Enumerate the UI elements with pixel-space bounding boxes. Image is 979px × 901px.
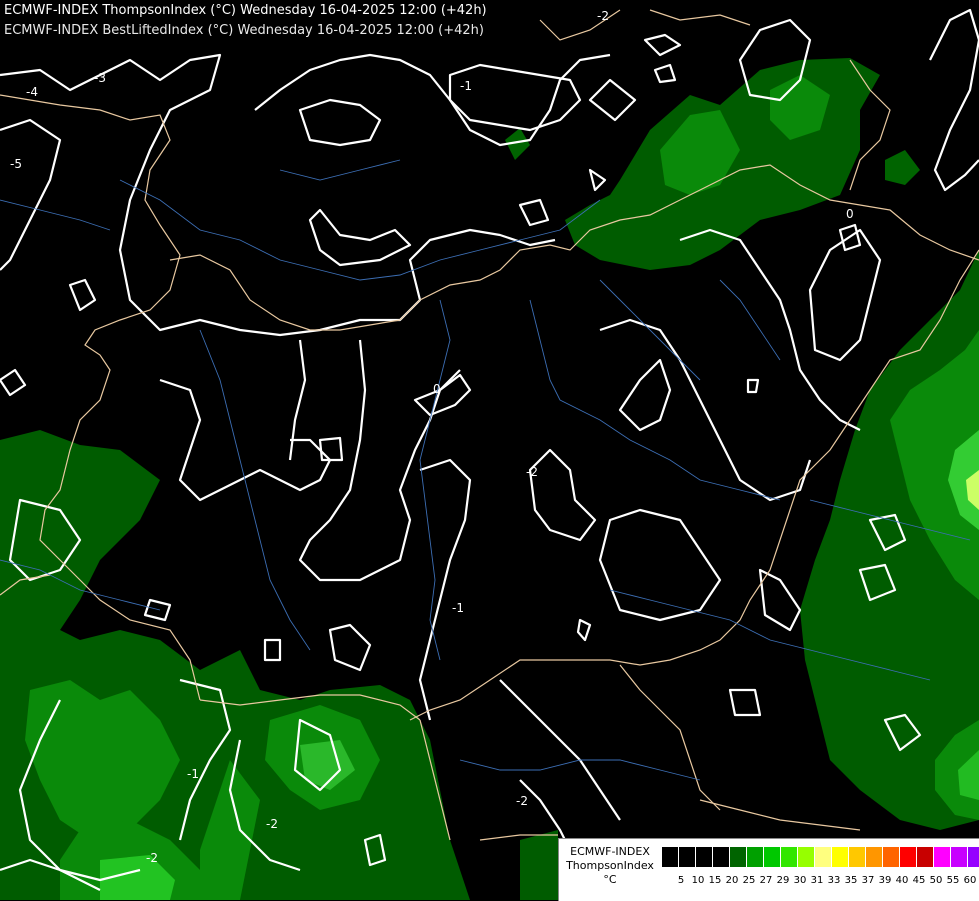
- legend-label: ECMWF-INDEX ThompsonIndex °C: [561, 845, 659, 887]
- contour-label: -2: [597, 9, 609, 23]
- legend-tick-label: 40: [895, 875, 909, 886]
- legend-swatch: [934, 847, 951, 867]
- contour-label: -2: [526, 465, 538, 479]
- legend-swatches: [662, 847, 979, 867]
- legend-tick-label: 39: [878, 875, 892, 886]
- legend-unit: °C: [603, 873, 617, 886]
- legend-tick-label: 33: [827, 875, 841, 886]
- legend-swatch: [832, 847, 849, 867]
- legend-swatch: [883, 847, 900, 867]
- weather-map: -4 -3 -5 -2 -1 0 -2 -2 -2 0 -1 -2 -1: [0, 0, 979, 900]
- contour-label: -4: [26, 85, 38, 99]
- legend-tick-label: 31: [810, 875, 824, 886]
- contour-label: -1: [452, 601, 464, 615]
- legend-swatch: [900, 847, 917, 867]
- legend-swatch: [815, 847, 832, 867]
- map-title-best-lifted-index: ECMWF-INDEX BestLiftedIndex (°C) Wednesd…: [4, 23, 484, 38]
- legend-swatch: [764, 847, 781, 867]
- legend-swatch: [696, 847, 713, 867]
- legend-tick-label: 15: [708, 875, 722, 886]
- legend-tick-label: 10: [691, 875, 705, 886]
- legend-tick-label: 27: [759, 875, 773, 886]
- legend-tick-label: 5: [677, 875, 685, 886]
- contour-label: -2: [516, 794, 528, 808]
- map-title-thompson-index: ECMWF-INDEX ThompsonIndex (°C) Wednesday…: [4, 3, 487, 18]
- legend-tick-label: 20: [725, 875, 739, 886]
- legend-tick-label: 29: [776, 875, 790, 886]
- contour-label: -2: [266, 817, 278, 831]
- legend-tick-label: 37: [861, 875, 875, 886]
- legend-tick-label: 35: [844, 875, 858, 886]
- contour-label: -2: [146, 851, 158, 865]
- contour-label: 0: [433, 382, 441, 396]
- color-legend: ECMWF-INDEX ThompsonIndex °C 5 10 15 20 25 27…: [558, 838, 979, 901]
- legend-swatch: [730, 847, 747, 867]
- legend-swatch: [798, 847, 815, 867]
- legend-model: ECMWF-INDEX: [570, 845, 650, 858]
- contour-label: -3: [94, 71, 106, 85]
- legend-tick-label: 60: [963, 875, 977, 886]
- legend-swatch: [747, 847, 764, 867]
- legend-tick-label: 30: [793, 875, 807, 886]
- legend-tick-label: 50: [929, 875, 943, 886]
- legend-tick-label: 55: [946, 875, 960, 886]
- contour-label: -5: [10, 157, 22, 171]
- contour-label: 0: [846, 207, 854, 221]
- contour-label: -1: [460, 79, 472, 93]
- legend-ticks: 5 10 15 20 25 27 29 30 31 33 35 37 39 40 45 50 55 60: [662, 875, 979, 889]
- legend-swatch: [849, 847, 866, 867]
- legend-swatch: [917, 847, 934, 867]
- legend-tick-label: 45: [912, 875, 926, 886]
- legend-tick-label: 25: [742, 875, 756, 886]
- legend-swatch: [951, 847, 968, 867]
- legend-swatch: [662, 847, 679, 867]
- legend-swatch: [866, 847, 883, 867]
- legend-swatch: [781, 847, 798, 867]
- contour-label: -1: [187, 767, 199, 781]
- legend-parameter: ThompsonIndex: [566, 859, 654, 872]
- legend-swatch: [968, 847, 979, 867]
- legend-swatch: [679, 847, 696, 867]
- legend-swatch: [713, 847, 730, 867]
